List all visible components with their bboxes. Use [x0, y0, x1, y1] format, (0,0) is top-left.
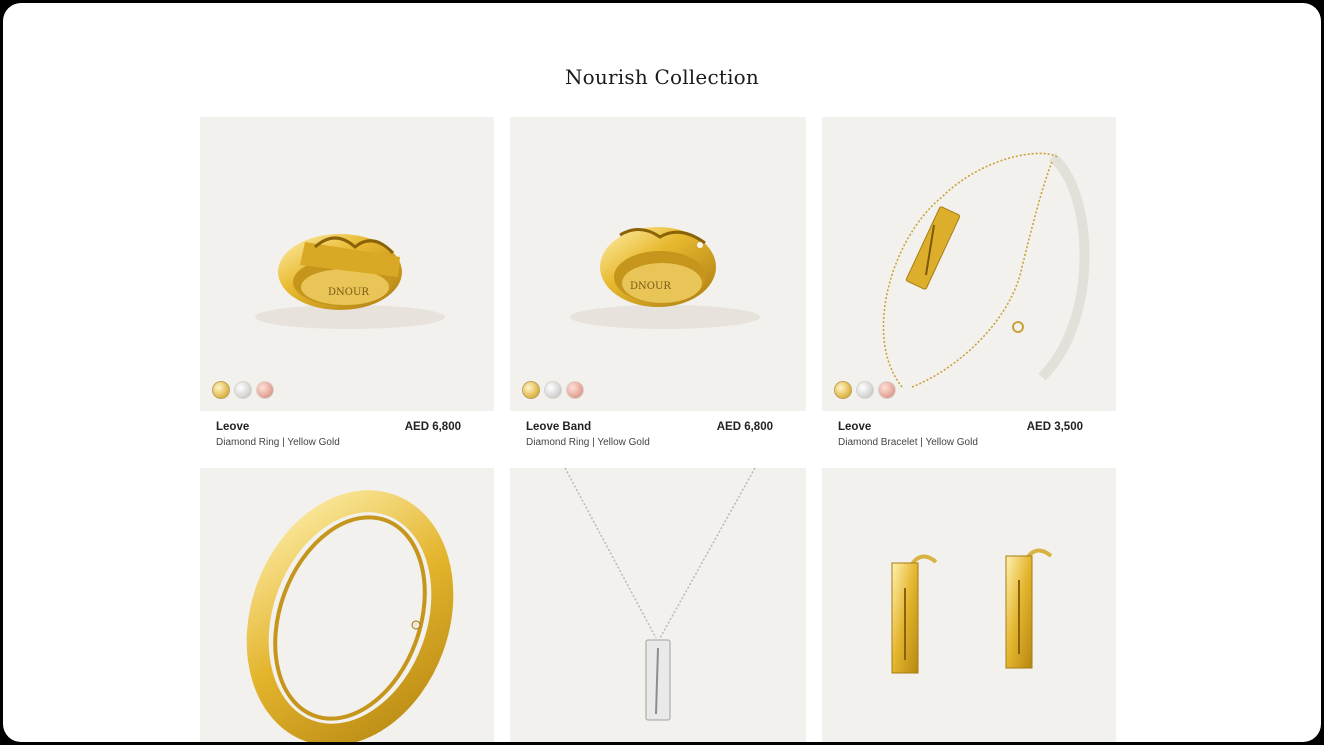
page-frame: Nourish Collection DNOUR Leove AED 6,800…: [3, 3, 1321, 742]
swatch-yellow-gold[interactable]: [212, 381, 230, 399]
product-card-6[interactable]: [822, 468, 1116, 742]
swatch-white-gold[interactable]: [544, 381, 562, 399]
product-card-2[interactable]: DNOUR Leove Band AED 6,800 Diamond Ring …: [510, 117, 806, 461]
color-swatches: [212, 381, 274, 399]
product-card-4[interactable]: [200, 468, 494, 742]
swatch-yellow-gold[interactable]: [834, 381, 852, 399]
swatch-white-gold[interactable]: [856, 381, 874, 399]
product-price: AED 6,800: [404, 421, 461, 433]
product-price: AED 6,800: [716, 421, 773, 433]
swatch-white-gold[interactable]: [234, 381, 252, 399]
color-swatches: [522, 381, 584, 399]
swatch-rose-gold[interactable]: [566, 381, 584, 399]
swatch-rose-gold[interactable]: [256, 381, 274, 399]
product-name[interactable]: Leove: [838, 421, 871, 433]
engraving-text: DNOUR: [328, 287, 369, 298]
product-image-band[interactable]: DNOUR: [510, 117, 806, 411]
swatch-yellow-gold[interactable]: [522, 381, 540, 399]
engraving-text: DNOUR: [630, 281, 671, 292]
product-image-ring[interactable]: DNOUR: [200, 117, 494, 411]
product-image-bangle[interactable]: [200, 468, 494, 742]
product-card-3[interactable]: Leove AED 3,500 Diamond Bracelet | Yello…: [822, 117, 1116, 461]
product-price: AED 3,500: [1026, 421, 1083, 433]
product-info: Leove Band AED 6,800 Diamond Ring | Yell…: [510, 411, 806, 461]
product-name[interactable]: Leove: [216, 421, 249, 433]
collection-title: Nourish Collection: [564, 65, 759, 89]
product-name[interactable]: Leove Band: [526, 421, 591, 433]
product-description: Diamond Ring | Yellow Gold: [216, 437, 340, 448]
product-card-5[interactable]: [510, 468, 806, 742]
product-info: Leove AED 6,800 Diamond Ring | Yellow Go…: [200, 411, 494, 461]
product-card-1[interactable]: DNOUR Leove AED 6,800 Diamond Ring | Yel…: [200, 117, 494, 461]
swatch-rose-gold[interactable]: [878, 381, 896, 399]
product-description: Diamond Bracelet | Yellow Gold: [838, 437, 978, 448]
color-swatches: [834, 381, 896, 399]
product-info: Leove AED 3,500 Diamond Bracelet | Yello…: [822, 411, 1116, 461]
product-description: Diamond Ring | Yellow Gold: [526, 437, 650, 448]
product-image-necklace[interactable]: [510, 468, 806, 742]
product-image-bracelet[interactable]: [822, 117, 1116, 411]
product-image-earrings[interactable]: [822, 468, 1116, 742]
